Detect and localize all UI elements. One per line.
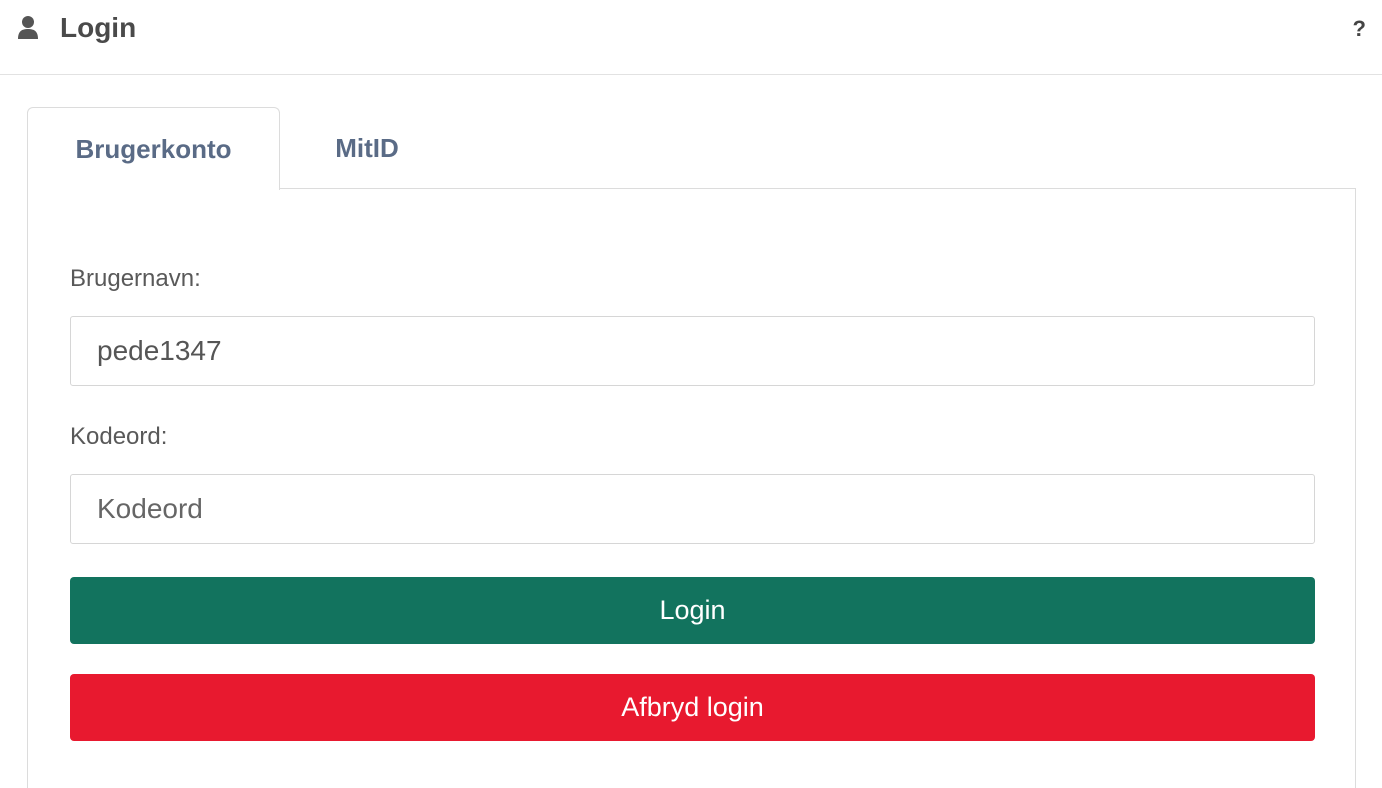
login-tabs: Brugerkonto MitID [27, 107, 1356, 190]
user-icon [18, 15, 38, 41]
username-label: Brugernavn: [70, 265, 201, 292]
help-button[interactable]: ? [1353, 14, 1366, 44]
page-title: Login [60, 12, 137, 43]
page-header: Login ? [0, 0, 1382, 75]
password-input[interactable] [70, 474, 1315, 544]
login-form-panel: Brugernavn: Kodeord: Login Afbryd login [27, 188, 1356, 788]
cancel-login-button[interactable]: Afbryd login [70, 674, 1315, 741]
tab-brugerkonto[interactable]: Brugerkonto [27, 107, 280, 190]
login-button[interactable]: Login [70, 577, 1315, 644]
tab-mitid[interactable]: MitID [280, 107, 454, 189]
password-label: Kodeord: [70, 423, 168, 450]
username-input[interactable] [70, 316, 1315, 386]
